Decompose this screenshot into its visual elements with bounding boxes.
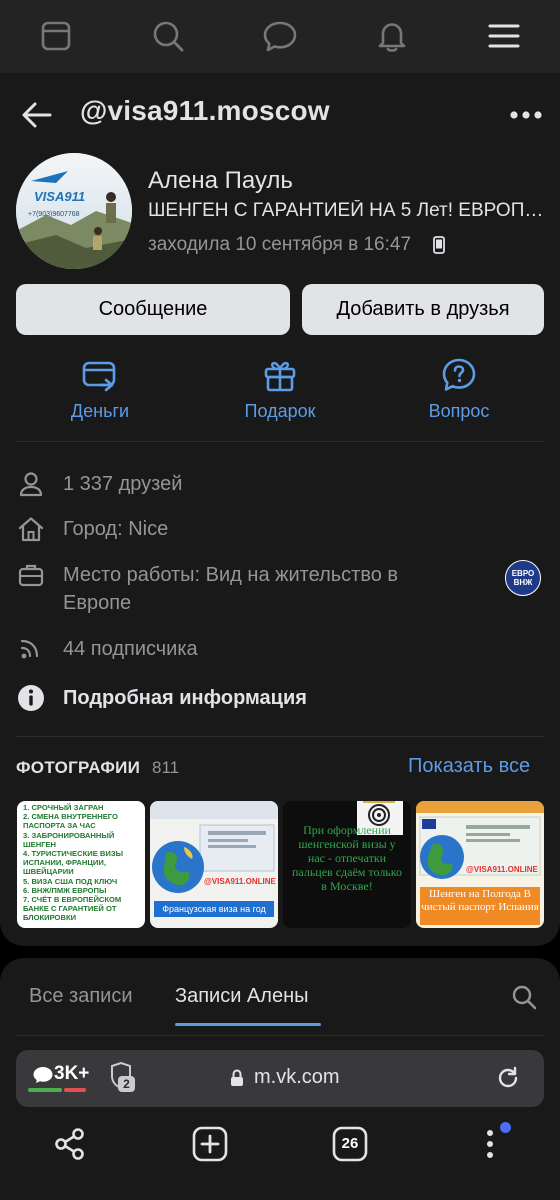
chat-bubble-icon[interactable] [32, 1066, 54, 1084]
thumb-list-line: БАНКЕ С ГАРАНТИЕЙ ОТ [23, 904, 117, 914]
thumb-caption: Шенген на Полгода В чистый паспорт Испан… [420, 887, 540, 925]
user-icon [16, 469, 46, 499]
thumb-list-line: БЛОКИРОВКИ [23, 913, 77, 923]
thumb-list-line: 6. ВНЖ/ПМЖ ЕВРОПЫ [23, 885, 107, 895]
city-text: Город: Nice [63, 518, 169, 540]
rss-icon [16, 634, 46, 664]
photos-count: 811 [152, 758, 180, 777]
add-friend-button[interactable]: Добавить в друзья [302, 284, 544, 335]
search-icon[interactable] [511, 984, 537, 1010]
profile-status: ШЕНГЕН С ГАРАНТИЕЙ НА 5 Лет! ЕВРОПЕЙСКИЙ… [148, 200, 548, 221]
question-bubble-icon [442, 358, 476, 391]
shield-count: 2 [123, 1077, 130, 1091]
money-card-icon [82, 361, 116, 392]
notifications-bell-icon[interactable] [374, 18, 410, 54]
thumb-list-line: ШВЕЙЦАРИИ [23, 867, 74, 877]
work-row[interactable]: Место работы: Вид на жительство в Европе… [16, 560, 544, 620]
menu-icon[interactable] [486, 18, 522, 54]
tab-all-posts[interactable]: Все записи [29, 985, 133, 1008]
profile-name: Алена Пауль [148, 167, 293, 194]
back-arrow-icon[interactable] [18, 96, 56, 134]
chat-count: 3K+ [54, 1063, 90, 1084]
money-label: Деньги [70, 401, 130, 421]
divider [16, 736, 544, 737]
shield-icon[interactable]: 2 [106, 1061, 136, 1094]
last-seen: заходила 10 сентября в 16:47 [148, 234, 412, 255]
money-action[interactable]: Деньги [40, 355, 160, 425]
divider [16, 1035, 544, 1036]
gift-icon [264, 361, 296, 392]
top-navigation [0, 0, 560, 73]
share-icon[interactable] [50, 1124, 90, 1164]
url-text[interactable]: m.vk.com [254, 1066, 340, 1089]
thumb-list-line: 7. СЧЁТ В ЕВРОПЕЙСКОМ [23, 895, 122, 905]
browser-url-bar[interactable]: 3K+ 2 m.vk.com [16, 1050, 544, 1107]
tabs-switcher-icon[interactable]: 26 [330, 1124, 370, 1164]
briefcase-icon [16, 560, 46, 590]
thumb-caption: Французская виза на год [154, 901, 274, 917]
mobile-phone-icon [433, 236, 445, 254]
work-line-1: Место работы: Вид на жительство в [63, 564, 399, 586]
photo-thumbnail[interactable]: @VISA911.ONLINE Французская виза на год [150, 801, 278, 928]
subscribers-row[interactable]: 44 подписчика [16, 634, 544, 664]
avatar[interactable]: VISA911 +7(903)9607768 [16, 153, 132, 269]
question-action[interactable]: Вопрос [399, 355, 519, 425]
show-all-photos-link[interactable]: Показать все [408, 755, 530, 778]
profile-card: @visa911.moscow VISA911 +7(903)9607768 А… [0, 73, 560, 946]
thumb-list-line: 5. ВИЗА США ПОД КЛЮЧ [23, 876, 118, 886]
progress-bar-green [28, 1088, 62, 1092]
thumb-list-line: 4. ТУРИСТИЧЕСКИЕ ВИЗЫ [23, 849, 124, 859]
thumb-services-list: 1. СРОЧНЫЙ ЗАГРАН 2. СМЕНА ВНУТРЕННЕГО ПАС… [23, 803, 141, 923]
thumb-list-line: 3. ЗАБРОНИРОВАННЫЙ [23, 830, 115, 840]
work-line-2: Европе [63, 592, 132, 614]
reload-icon[interactable] [495, 1065, 521, 1091]
photos-heading: ФОТОГРАФИИ [16, 758, 141, 777]
subscribers-count: 44 подписчика [63, 638, 198, 660]
gift-label: Подарок [244, 401, 316, 421]
photo-thumbnail[interactable]: @VISA911.ONLINE Шенген на Полгода В чист… [416, 801, 544, 928]
thumb-list-line: 2. СМЕНА ВНУТРЕННЕГО [23, 812, 118, 822]
messages-icon[interactable] [262, 18, 298, 54]
info-icon [16, 683, 46, 713]
avatar-logo-text: VISA911 [34, 189, 86, 204]
city-row: Город: Nice [16, 514, 544, 544]
details-row[interactable]: Подробная информация [16, 683, 544, 713]
gift-action[interactable]: Подарок [220, 355, 340, 425]
notification-dot [500, 1122, 511, 1133]
lock-icon [230, 1069, 244, 1087]
search-icon[interactable] [150, 18, 186, 54]
photo-thumbnail[interactable]: При оформлении шенгенской визы у нас - о… [283, 801, 411, 928]
page-title: @visa911.moscow [80, 95, 330, 126]
active-tab-indicator [175, 1023, 321, 1026]
euro-vnzh-badge[interactable]: ЕВРО ВНЖ [505, 560, 541, 596]
home-icon [16, 514, 46, 544]
thumb-list-line: 1. СРОЧНЫЙ ЗАГРАН [23, 803, 104, 812]
tab-own-posts[interactable]: Записи Алены [175, 985, 309, 1008]
progress-bar-red [64, 1088, 86, 1092]
work-text: Место работы: Вид на жительство в Европе [63, 561, 398, 617]
question-label: Вопрос [428, 401, 490, 421]
photo-thumbnail[interactable]: 1. СРОЧНЫЙ ЗАГРАН 2. СМЕНА ВНУТРЕННЕГО ПАС… [17, 801, 145, 928]
thumb-list-line: ШЕНГЕН [23, 839, 57, 849]
friends-count: 1 337 друзей [63, 473, 183, 495]
thumb-list-line: ИСПАНИИ, ФРАНЦИИ, [23, 858, 106, 868]
thumb-brand-text: @VISA911.ONLINE [204, 877, 276, 886]
tab-count: 26 [341, 1135, 359, 1152]
new-tab-plus-icon[interactable] [190, 1124, 230, 1164]
more-options-icon[interactable] [506, 97, 546, 133]
thumb-list-line: ПАСПОРТА ЗА ЧАС [23, 821, 96, 831]
message-button[interactable]: Сообщение [16, 284, 290, 335]
friends-row[interactable]: 1 337 друзей [16, 469, 544, 499]
details-link: Подробная информация [63, 687, 307, 709]
avatar-phone-text: +7(903)9607768 [28, 211, 80, 218]
feed-icon[interactable] [38, 18, 74, 54]
thumb-fingerprint-text: При оформлении шенгенской визы у нас - о… [291, 823, 402, 893]
thumb-brand-text: @VISA911.ONLINE [466, 865, 538, 874]
divider [16, 441, 544, 442]
